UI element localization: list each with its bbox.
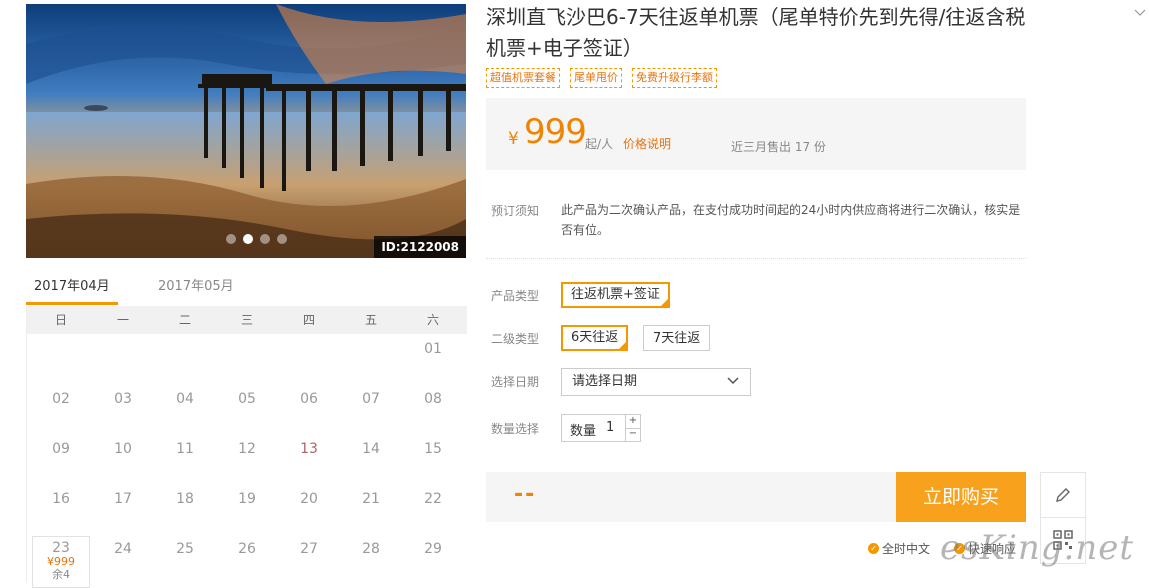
calendar-day[interactable]: 14: [340, 439, 402, 459]
calendar-day[interactable]: 24: [92, 539, 154, 559]
calendar-day[interactable]: 25: [154, 539, 216, 559]
total-price: --: [514, 482, 537, 507]
calendar-day[interactable]: 28: [340, 539, 402, 559]
calendar-day[interactable]: 08: [402, 389, 464, 409]
scroll-arrow-icon[interactable]: [1134, 8, 1146, 18]
currency-symbol: ¥: [508, 129, 519, 149]
calendar-day[interactable]: 26: [216, 539, 278, 559]
carousel-dot[interactable]: [226, 234, 236, 244]
day-price: ¥999: [47, 555, 75, 568]
calendar-day[interactable]: 11: [154, 439, 216, 459]
calendar-day[interactable]: 04: [154, 389, 216, 409]
option-6-day[interactable]: 6天往返: [561, 325, 629, 351]
price-explanation-link[interactable]: 价格说明: [623, 135, 671, 152]
pencil-icon: [1056, 488, 1070, 502]
tag-clearance: 尾单甩价: [570, 68, 622, 88]
booking-notice-text: 此产品为二次确认产品，在支付成功时间起的24小时内供应商将进行二次确认，核实是否…: [561, 203, 1021, 237]
carousel-dot-active[interactable]: [243, 234, 253, 244]
calendar-day[interactable]: 21: [340, 489, 402, 509]
day-remaining: 余4: [52, 568, 70, 581]
chevron-down-icon: [727, 377, 739, 385]
calendar-day[interactable]: 12: [216, 439, 278, 459]
product-tags: 超值机票套餐 尾单甩价 免费升级行李额: [486, 68, 717, 88]
option-7-day[interactable]: 7天往返: [643, 325, 711, 351]
product-type-label: 产品类型: [491, 289, 540, 303]
weekday-header: 日 一 二 三 四 五 六: [27, 306, 467, 334]
calendar-day[interactable]: 16: [30, 489, 92, 509]
weekday-sun: 日: [54, 313, 67, 327]
quantity-prefix: 数量: [570, 424, 597, 439]
date-calendar: 日 一 二 三 四 五 六 01 02 03 04 05 06 07 08 09…: [26, 306, 467, 588]
carousel-dots: [226, 234, 287, 244]
image-id-badge: ID:2122008: [374, 236, 466, 258]
calendar-day[interactable]: 06: [278, 389, 340, 409]
calendar-day[interactable]: 22: [402, 489, 464, 509]
month-tabs: 2017年04月 2017年05月: [26, 272, 466, 305]
buy-bar: -- 立即购买: [486, 472, 1026, 522]
pier-sunset-photo: [26, 4, 466, 258]
divider: [486, 258, 1026, 259]
quantity-stepper[interactable]: 数量 1 + −: [561, 414, 641, 442]
tab-month-may[interactable]: 2017年05月: [150, 272, 242, 302]
calendar-day-today[interactable]: 13: [278, 439, 340, 459]
sub-type-label: 二级类型: [491, 332, 540, 346]
calendar-day[interactable]: 18: [154, 489, 216, 509]
calendar-day[interactable]: 20: [278, 489, 340, 509]
watermark: esKing.net: [940, 528, 1134, 568]
tab-month-april[interactable]: 2017年04月: [26, 272, 118, 305]
calendar-day[interactable]: 05: [216, 389, 278, 409]
calendar-day[interactable]: 07: [340, 389, 402, 409]
quantity-plus-button[interactable]: +: [625, 415, 640, 429]
calendar-day[interactable]: 02: [30, 389, 92, 409]
tag-luggage-upgrade: 免费升级行李额: [632, 68, 717, 88]
date-select-value: 请选择日期: [572, 374, 638, 389]
weekday-tue: 二: [178, 313, 191, 327]
weekday-wed: 三: [240, 313, 253, 327]
calendar-day[interactable]: 10: [92, 439, 154, 459]
check-circle-icon: ✓: [868, 543, 879, 554]
quantity-value[interactable]: 1: [606, 420, 614, 435]
calendar-day[interactable]: 15: [402, 439, 464, 459]
product-title: 深圳直飞沙巴6-7天往返单机票（尾单特价先到先得/往返含税机票+电子签证）: [486, 5, 1026, 60]
booking-notice-label: 预订须知: [491, 204, 540, 218]
calendar-day[interactable]: 19: [216, 489, 278, 509]
weekday-mon: 一: [116, 313, 129, 327]
carousel-dot[interactable]: [277, 234, 287, 244]
calendar-day-available[interactable]: 23 ¥999 余4: [32, 536, 90, 588]
weekday-thu: 四: [302, 313, 315, 327]
product-hero-image[interactable]: ID:2122008: [26, 4, 466, 258]
buy-now-button[interactable]: 立即购买: [896, 472, 1026, 522]
edit-button[interactable]: [1041, 473, 1085, 518]
weekday-fri: 五: [364, 313, 377, 327]
price-value: 999: [524, 112, 587, 152]
calendar-day[interactable]: 09: [30, 439, 92, 459]
calendar-day[interactable]: 03: [92, 389, 154, 409]
date-label: 选择日期: [491, 375, 540, 389]
calendar-day[interactable]: 27: [278, 539, 340, 559]
calendar-day[interactable]: 29: [402, 539, 464, 559]
badge-chinese-service: ✓ 全时中文: [868, 540, 930, 557]
date-select[interactable]: 请选择日期: [561, 368, 751, 396]
price-box: ¥ 999 起/人 价格说明 近三月售出 17 份: [486, 98, 1026, 170]
day-number: 23: [52, 540, 70, 556]
price-unit: 起/人: [585, 137, 614, 151]
quantity-minus-button[interactable]: −: [625, 428, 640, 441]
weekday-sat: 六: [426, 313, 439, 327]
quantity-label: 数量选择: [491, 422, 540, 436]
option-roundtrip-visa[interactable]: 往返机票+签证: [561, 282, 670, 308]
carousel-dot[interactable]: [260, 234, 270, 244]
sold-count: 近三月售出 17 份: [731, 140, 826, 154]
tag-value-package: 超值机票套餐: [486, 68, 560, 88]
calendar-day[interactable]: 01: [402, 339, 464, 359]
badge-label: 全时中文: [882, 542, 931, 556]
calendar-day[interactable]: 17: [92, 489, 154, 509]
